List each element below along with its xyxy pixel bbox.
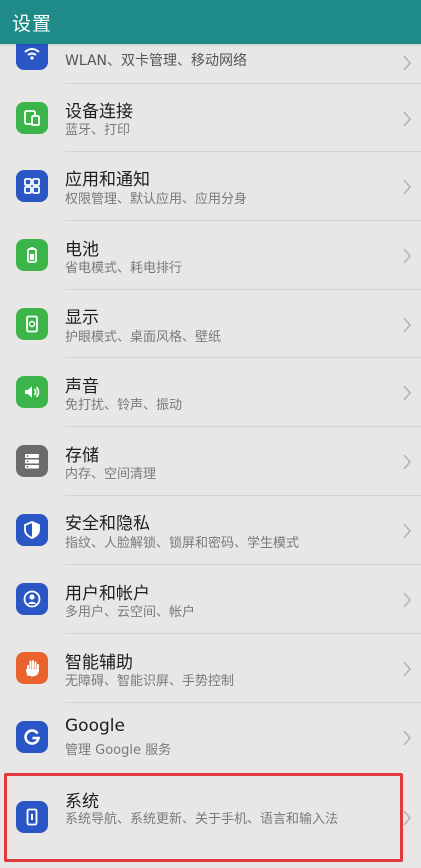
shield-icon — [16, 514, 48, 546]
apps-icon — [16, 170, 48, 202]
chevron-right-icon — [403, 111, 412, 127]
settings-item-title: 设备连接 — [65, 102, 133, 122]
chevron-right-icon — [403, 523, 412, 539]
storage-icon — [16, 445, 48, 477]
chevron-right-icon — [403, 385, 412, 401]
settings-item-device-connection[interactable]: 设备连接 蓝牙、打印 — [0, 84, 421, 152]
settings-item-apps-notifications[interactable]: 应用和通知 权限管理、默认应用、应用分身 — [0, 152, 421, 221]
settings-item-sub: 护眼模式、桌面风格、壁纸 — [65, 330, 222, 345]
settings-item-sub: 省电模式、耗电排行 — [65, 261, 183, 276]
chevron-right-icon — [403, 661, 412, 677]
settings-item-sub: 免打扰、铃声、振动 — [65, 398, 183, 413]
chevron-right-icon — [403, 317, 412, 333]
settings-item-sub: 管理 Google 服务 — [65, 743, 172, 758]
device-connection-icon — [16, 102, 48, 134]
settings-item-title: 安全和隐私 — [65, 514, 150, 534]
google-icon — [16, 721, 48, 753]
settings-item-sub: 内存、空间清理 — [65, 467, 157, 482]
settings-item-storage[interactable]: 存储 内存、空间清理 — [0, 427, 421, 496]
settings-item-title: 存储 — [65, 446, 99, 466]
settings-item-sub: WLAN、双卡管理、移动网络 — [65, 53, 248, 69]
settings-item-title: 应用和通知 — [65, 170, 150, 190]
settings-item-security-privacy[interactable]: 安全和隐私 指纹、人脸解锁、锁屏和密码、学生模式 — [0, 496, 421, 565]
display-icon — [16, 308, 48, 340]
settings-item-sound[interactable]: 声音 免打扰、铃声、振动 — [0, 358, 421, 427]
settings-item-sub: 无障碍、智能识屏、手势控制 — [65, 674, 235, 689]
settings-item-battery[interactable]: 电池 省电模式、耗电排行 — [0, 221, 421, 290]
chevron-right-icon — [403, 454, 412, 470]
settings-item-system[interactable]: 系统 系统导航、系统更新、关于手机、语言和输入法 — [0, 772, 421, 862]
page-title: 设置 — [12, 12, 53, 35]
chevron-right-icon — [403, 55, 412, 71]
system-phone-icon — [16, 801, 48, 833]
settings-item-title: 声音 — [65, 377, 99, 397]
settings-item-title: 显示 — [65, 308, 99, 328]
settings-item-title: Google — [65, 716, 125, 736]
user-icon — [16, 583, 48, 615]
chevron-right-icon — [403, 810, 412, 826]
settings-item-smart-assistance[interactable]: 智能辅助 无障碍、智能识屏、手势控制 — [0, 634, 421, 703]
settings-item-sub: 多用户、云空间、帐户 — [65, 605, 196, 620]
settings-item-title: 用户和帐户 — [65, 584, 150, 604]
settings-item-sub: 指纹、人脸解锁、锁屏和密码、学生模式 — [65, 536, 300, 551]
settings-item-title: 智能辅助 — [65, 653, 133, 673]
settings-item-google[interactable]: Google 管理 Google 服务 — [0, 703, 421, 772]
settings-item-title: 电池 — [65, 240, 99, 260]
settings-item-display[interactable]: 显示 护眼模式、桌面风格、壁纸 — [0, 290, 421, 358]
chevron-right-icon — [403, 592, 412, 608]
sound-icon — [16, 376, 48, 408]
settings-item-sub: 权限管理、默认应用、应用分身 — [65, 192, 248, 207]
settings-item-sub: 系统导航、系统更新、关于手机、语言和输入法 — [65, 812, 339, 827]
chevron-right-icon — [403, 730, 412, 746]
chevron-right-icon — [403, 179, 412, 195]
hand-icon — [16, 652, 48, 684]
settings-item-users-accounts[interactable]: 用户和帐户 多用户、云空间、帐户 — [0, 565, 421, 634]
battery-icon — [16, 239, 48, 271]
chevron-right-icon — [403, 248, 412, 264]
app-bar: 设置 — [0, 0, 421, 44]
settings-item-sub: 蓝牙、打印 — [65, 123, 131, 138]
